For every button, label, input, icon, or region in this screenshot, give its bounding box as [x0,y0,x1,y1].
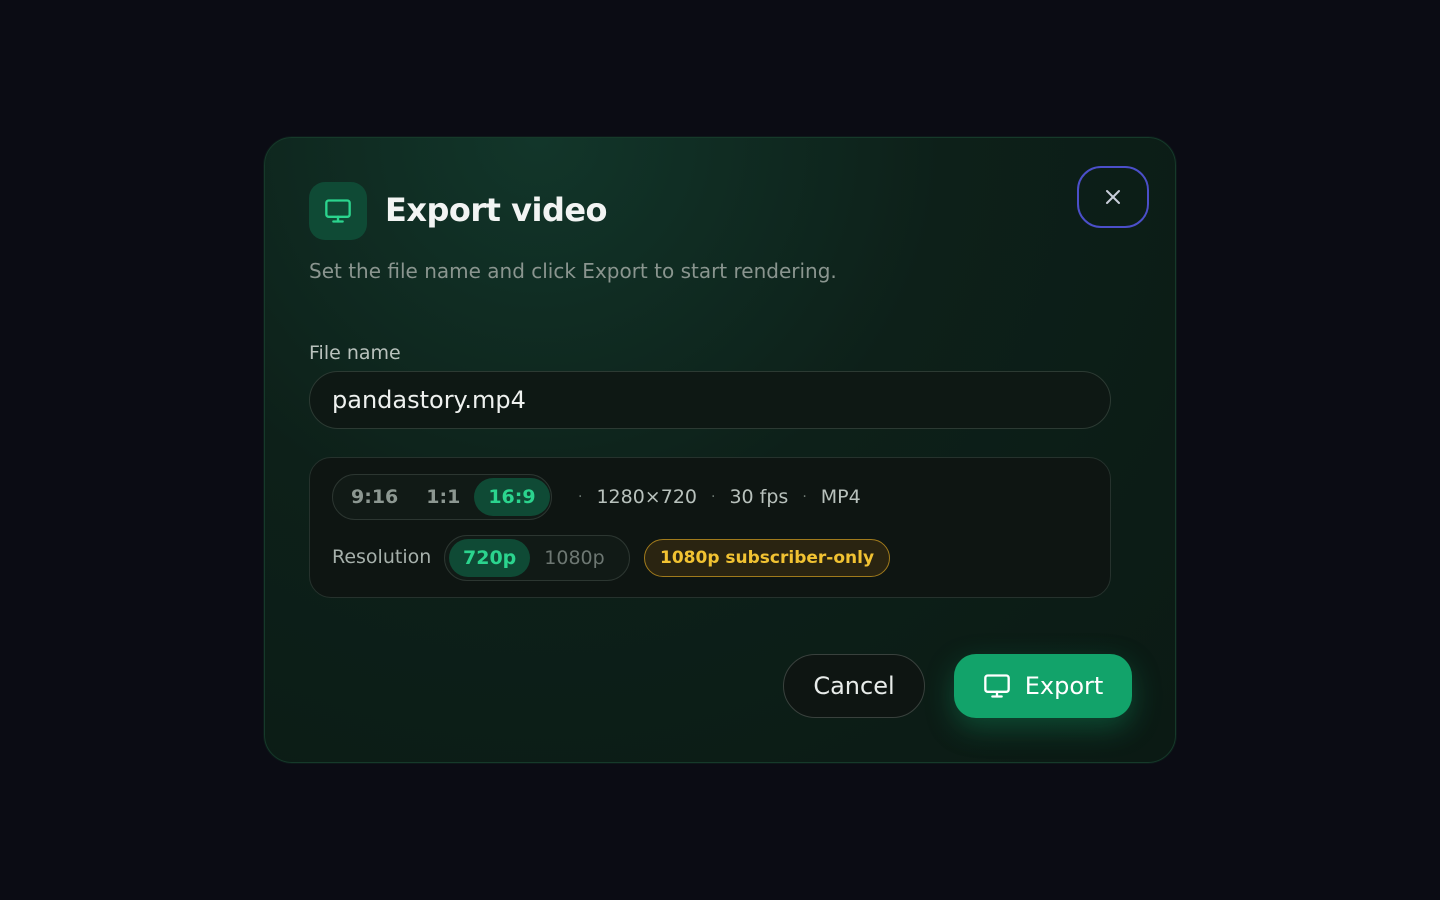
aspect-option-1-1[interactable]: 1:1 [412,478,474,516]
dialog-subtitle: Set the file name and click Export to st… [309,259,837,283]
cancel-button[interactable]: Cancel [783,654,925,718]
resolution-option-1080p[interactable]: 1080p [530,539,618,577]
aspect-option-16-9[interactable]: 16:9 [474,478,550,516]
export-dialog: Export video Set the file name and click… [264,137,1176,763]
subscriber-only-badge: 1080p subscriber-only [644,539,891,577]
resolution-option-720p[interactable]: 720p [449,539,531,577]
export-options-panel: 9:16 1:1 16:9 · 1280×720 · 30 fps · MP4 … [309,457,1111,598]
resolution-segmented-control: 720p 1080p [444,535,630,581]
monitor-icon [325,199,351,223]
header-icon-tile [309,182,367,240]
monitor-icon [983,674,1010,698]
close-button[interactable] [1077,166,1149,228]
meta-fps: 30 fps [729,486,789,508]
meta-separator: · [711,489,716,505]
export-button-label: Export [1024,672,1104,700]
export-button[interactable]: Export [954,654,1132,718]
output-meta: · 1280×720 · 30 fps · MP4 [564,486,861,508]
close-icon [1106,190,1120,204]
file-name-label: File name [309,342,401,364]
file-name-input[interactable] [309,371,1111,429]
meta-separator: · [578,489,583,505]
aspect-ratio-segmented-control: 9:16 1:1 16:9 [332,474,552,520]
dialog-title: Export video [385,191,608,229]
aspect-option-9-16[interactable]: 9:16 [337,478,412,516]
meta-format: MP4 [820,486,861,508]
resolution-label: Resolution [332,546,432,568]
meta-separator: · [802,489,807,505]
meta-dimensions: 1280×720 [596,486,697,508]
